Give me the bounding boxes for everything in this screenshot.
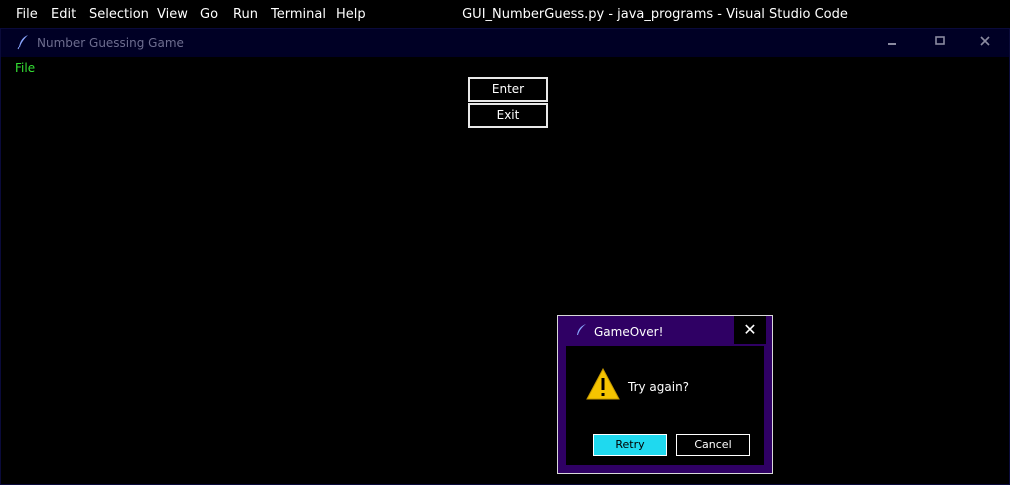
- gameover-dialog: GameOver! ✕ Try again? Retry Cancel: [557, 315, 773, 474]
- enter-button[interactable]: Enter: [468, 77, 548, 102]
- close-icon[interactable]: [970, 33, 1000, 53]
- maximize-icon[interactable]: [925, 33, 955, 53]
- number-guessing-game-window: Number Guessing Game File Enter Exit: [0, 28, 1010, 485]
- feather-icon: [17, 35, 28, 50]
- dialog-close-button[interactable]: ✕: [734, 316, 766, 344]
- cancel-button[interactable]: Cancel: [676, 434, 750, 456]
- app-titlebar[interactable]: Number Guessing Game: [1, 29, 1009, 57]
- app-menu-file[interactable]: File: [15, 61, 35, 75]
- feather-icon: [577, 324, 586, 335]
- exit-button[interactable]: Exit: [468, 103, 548, 128]
- dialog-title: GameOver!: [594, 325, 664, 339]
- warning-icon: [586, 368, 620, 400]
- vscode-window-title: GUI_NumberGuess.py - java_programs - Vis…: [462, 7, 848, 22]
- dialog-body: Try again? Retry Cancel: [566, 346, 764, 465]
- app-title: Number Guessing Game: [37, 36, 184, 50]
- minimize-icon[interactable]: [877, 33, 907, 53]
- dialog-message: Try again?: [628, 380, 690, 394]
- vscode-menubar: File Edit Selection View Go Run Terminal…: [0, 0, 1010, 30]
- retry-button[interactable]: Retry: [593, 434, 667, 456]
